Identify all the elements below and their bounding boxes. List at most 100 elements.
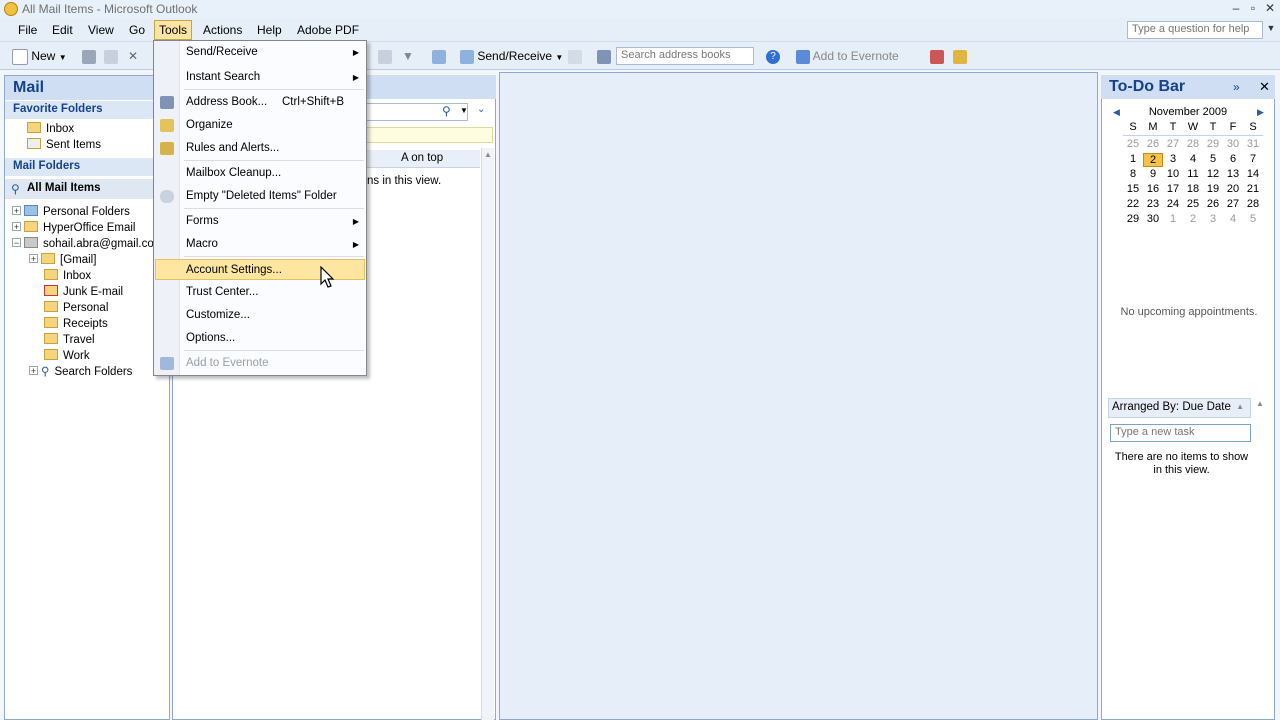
calendar-day[interactable]: 27: [1163, 138, 1183, 150]
tree-account[interactable]: − sohail.abra@gmail.com: [12, 236, 169, 252]
calendar-day[interactable]: 18: [1183, 183, 1203, 195]
print-button[interactable]: [82, 48, 96, 64]
tree-gmail[interactable]: + [Gmail]: [29, 252, 96, 268]
move-button[interactable]: [104, 48, 118, 64]
forward-button[interactable]: [568, 48, 582, 64]
outlook-app-icon[interactable]: [4, 2, 18, 16]
menu-item-empty-deleted[interactable]: Empty "Deleted Items" Folder: [155, 186, 365, 207]
menu-item-macro[interactable]: Macro ▶: [155, 234, 365, 255]
calendar-day[interactable]: 6: [1223, 153, 1243, 165]
calendar-day[interactable]: 28: [1183, 138, 1203, 150]
menu-edit[interactable]: Edit: [48, 21, 77, 39]
tree-travel[interactable]: Travel: [44, 332, 95, 348]
menu-view[interactable]: View: [84, 21, 118, 39]
tree-hyperoffice-email[interactable]: + HyperOffice Email: [12, 220, 135, 236]
calendar-day[interactable]: 30: [1143, 213, 1163, 225]
mail-folders-header[interactable]: Mail Folders: [5, 158, 169, 176]
menu-tools[interactable]: Tools: [154, 20, 193, 40]
address-book-button[interactable]: [597, 48, 611, 64]
menu-go[interactable]: Go: [125, 21, 149, 39]
delete-button[interactable]: ✕: [128, 48, 138, 64]
menu-file[interactable]: File: [14, 21, 41, 39]
favorite-folders-header[interactable]: Favorite Folders: [5, 101, 169, 119]
task-scroll-up-icon[interactable]: ▲: [1256, 399, 1264, 408]
menu-item-rules-alerts[interactable]: Rules and Alerts...: [155, 138, 365, 159]
new-task-input[interactable]: Type a new task: [1110, 424, 1251, 442]
calendar-day[interactable]: 25: [1123, 138, 1143, 150]
search-icon[interactable]: ⚲: [442, 104, 451, 118]
expand-icon[interactable]: +: [29, 366, 38, 376]
calendar-day[interactable]: 27: [1223, 198, 1243, 210]
double-chevron-right-icon[interactable]: »: [1233, 80, 1240, 94]
next-month-icon[interactable]: ▶: [1257, 107, 1264, 118]
calendar-day[interactable]: 17: [1163, 183, 1183, 195]
calendar-day[interactable]: 26: [1143, 138, 1163, 150]
favorite-inbox[interactable]: Inbox: [27, 121, 74, 137]
calendar-day[interactable]: 2: [1183, 213, 1203, 225]
calendar-today[interactable]: 2: [1143, 153, 1163, 167]
favorite-sent-items[interactable]: Sent Items: [27, 137, 101, 153]
calendar-day[interactable]: 10: [1163, 168, 1183, 180]
tree-personal[interactable]: Personal: [44, 300, 108, 316]
calendar-day[interactable]: 30: [1223, 138, 1243, 150]
menu-item-mailbox-cleanup[interactable]: Mailbox Cleanup...: [155, 163, 365, 184]
filter-button[interactable]: ▼: [402, 48, 414, 64]
tree-junk-email[interactable]: Junk E-mail: [44, 284, 123, 300]
tree-receipts[interactable]: Receipts: [44, 316, 108, 332]
toolbar-tool-button-1[interactable]: [930, 48, 944, 64]
menu-item-address-book[interactable]: Address Book... Ctrl+Shift+B: [155, 92, 365, 113]
close-icon[interactable]: ✕: [1259, 79, 1270, 95]
help-button[interactable]: ?: [766, 48, 780, 64]
expand-query-icon[interactable]: ⌄: [477, 104, 485, 115]
calendar-day[interactable]: 1: [1163, 213, 1183, 225]
calendar-day[interactable]: 28: [1243, 198, 1263, 210]
calendar-day[interactable]: 3: [1163, 153, 1183, 165]
tree-inbox[interactable]: Inbox: [44, 268, 91, 284]
calendar-day[interactable]: 7: [1243, 153, 1263, 165]
send-receive-button[interactable]: Send/Receive ▼: [460, 48, 563, 64]
menu-item-send-receive[interactable]: Send/Receive ▶: [155, 42, 365, 63]
maximize-button[interactable]: ▫: [1245, 1, 1261, 15]
menu-item-instant-search[interactable]: Instant Search ▶: [155, 67, 365, 88]
minimize-button[interactable]: –: [1228, 1, 1244, 15]
calendar-day[interactable]: 16: [1143, 183, 1163, 195]
menu-adobe-pdf[interactable]: Adobe PDF: [293, 21, 363, 39]
calendar-day[interactable]: 31: [1243, 138, 1263, 150]
calendar-day[interactable]: 4: [1223, 213, 1243, 225]
new-button[interactable]: New ▼: [12, 48, 67, 65]
calendar-day[interactable]: 14: [1243, 168, 1263, 180]
menu-item-organize[interactable]: Organize: [155, 115, 365, 136]
calendar-day[interactable]: 20: [1223, 183, 1243, 195]
arranged-by-header[interactable]: Arranged By: Due Date ▲: [1108, 398, 1251, 418]
categorize-button[interactable]: [378, 48, 392, 64]
tree-search-folders[interactable]: + ⚲ Search Folders: [29, 364, 132, 380]
calendar-day[interactable]: 12: [1203, 168, 1223, 180]
calendar-day[interactable]: 13: [1223, 168, 1243, 180]
menu-help[interactable]: Help: [253, 21, 286, 39]
menu-item-add-to-evernote[interactable]: Add to Evernote: [155, 353, 365, 374]
calendar-day[interactable]: 25: [1183, 198, 1203, 210]
chevron-up-icon[interactable]: ▲: [484, 150, 492, 159]
close-window-button[interactable]: ✕: [1262, 1, 1278, 15]
calendar-day[interactable]: 8: [1123, 168, 1143, 180]
calendar-day[interactable]: 29: [1203, 138, 1223, 150]
calendar-day[interactable]: 11: [1183, 168, 1203, 180]
expand-icon[interactable]: +: [29, 254, 38, 264]
toolbar-tool-button-2[interactable]: [953, 48, 967, 64]
calendar-day[interactable]: 3: [1203, 213, 1223, 225]
prev-month-icon[interactable]: ◀: [1113, 107, 1120, 118]
menu-item-options[interactable]: Options...: [155, 328, 365, 349]
add-to-evernote-button[interactable]: Add to Evernote: [796, 48, 899, 64]
calendar-day[interactable]: 29: [1123, 213, 1143, 225]
all-mail-items[interactable]: ⚲ All Mail Items: [5, 179, 169, 199]
chevron-down-icon[interactable]: ▼: [1264, 23, 1278, 37]
calendar-day[interactable]: 26: [1203, 198, 1223, 210]
instant-search-input[interactable]: [360, 103, 468, 121]
message-list-scrollbar[interactable]: ▲: [481, 148, 494, 720]
calendar-day[interactable]: 4: [1183, 153, 1203, 165]
arrange-column-header[interactable]: A on top: [366, 150, 480, 168]
menu-item-customize[interactable]: Customize...: [155, 305, 365, 326]
chevron-down-icon[interactable]: ▼: [460, 106, 468, 115]
calendar-day[interactable]: 23: [1143, 198, 1163, 210]
expand-icon[interactable]: +: [12, 222, 21, 232]
